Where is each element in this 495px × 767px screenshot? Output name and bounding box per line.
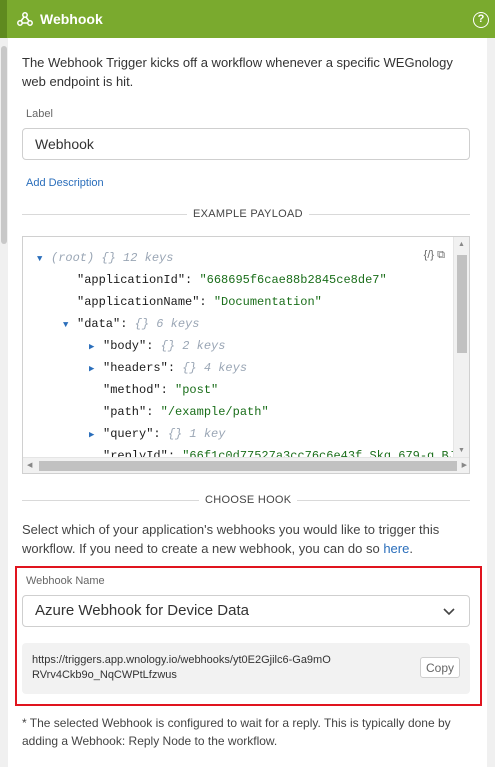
payload-tree[interactable]: ▼ (root) {} 12 keys "applicationId": "6686… bbox=[23, 237, 454, 458]
webhook-select[interactable]: Azure Webhook for Device Data bbox=[22, 595, 470, 627]
payload-key: "path" bbox=[103, 405, 147, 419]
webhook-icon bbox=[17, 12, 33, 26]
payload-value: "668695f6cae88b2845ce8de7" bbox=[199, 273, 387, 287]
choose-hook-help-text: Select which of your application's webho… bbox=[22, 522, 440, 556]
example-payload-viewer[interactable]: ▼ (root) {} 12 keys "applicationId": "6686… bbox=[22, 236, 470, 474]
webhook-url-box: https://triggers.app.wnology.io/webhooks… bbox=[22, 643, 470, 694]
webhook-url: https://triggers.app.wnology.io/webhooks… bbox=[32, 654, 331, 681]
webhook-name-caption: Webhook Name bbox=[26, 575, 105, 587]
choose-hook-help-end: . bbox=[409, 541, 413, 556]
payload-key: "body" bbox=[103, 339, 147, 353]
scroll-down-arrow-icon[interactable]: ▼ bbox=[458, 447, 465, 454]
payload-value: "/example/path" bbox=[160, 405, 269, 419]
payload-value: "post" bbox=[175, 383, 219, 397]
copy-payload-icon[interactable]: ⧉ bbox=[437, 249, 445, 261]
example-payload-heading: EXAMPLE PAYLOAD bbox=[187, 208, 309, 220]
payload-key: "headers" bbox=[103, 361, 168, 375]
choose-hook-heading: CHOOSE HOOK bbox=[199, 494, 298, 506]
payload-line[interactable]: ▶ "headers": {} 4 keys bbox=[89, 359, 247, 377]
payload-line[interactable]: ▼ "data": {} 6 keys bbox=[63, 315, 199, 333]
right-scrollbar[interactable] bbox=[487, 38, 495, 767]
label-caption: Label bbox=[26, 108, 53, 120]
payload-horizontal-scrollbar[interactable]: ◀ ▶ bbox=[23, 457, 469, 473]
trigger-description: The Webhook Trigger kicks off a workflow… bbox=[22, 55, 453, 89]
code-view-icon[interactable]: {/} bbox=[424, 249, 434, 261]
payload-line: "method": "post" bbox=[103, 383, 219, 397]
add-description-link[interactable]: Add Description bbox=[26, 177, 104, 189]
left-scrollbar[interactable] bbox=[0, 38, 8, 767]
scroll-left-arrow-icon[interactable]: ◀ bbox=[27, 461, 32, 469]
payload-key: (root) bbox=[51, 251, 95, 265]
payload-tools: {/} ⧉ bbox=[424, 249, 445, 262]
create-webhook-link[interactable]: here bbox=[383, 541, 409, 556]
payload-key: "method" bbox=[103, 383, 161, 397]
payload-vertical-scrollbar[interactable]: ▲ ▼ bbox=[453, 237, 469, 458]
payload-meta: {} 6 keys bbox=[134, 317, 200, 331]
caret-right-icon[interactable]: ▶ bbox=[89, 360, 103, 378]
scroll-up-arrow-icon[interactable]: ▲ bbox=[458, 241, 465, 248]
copy-url-button[interactable]: Copy bbox=[420, 657, 460, 678]
payload-meta: {} 4 keys bbox=[182, 361, 248, 375]
payload-meta: {} 1 key bbox=[167, 427, 226, 441]
left-scrollbar-thumb[interactable] bbox=[1, 46, 7, 244]
payload-line: "applicationName": "Documentation" bbox=[77, 295, 322, 309]
payload-line: "path": "/example/path" bbox=[103, 405, 269, 419]
payload-key: "data" bbox=[77, 317, 121, 331]
caret-right-icon[interactable]: ▶ bbox=[89, 338, 103, 356]
reply-footnote: * The selected Webhook is configured to … bbox=[22, 716, 451, 748]
payload-hscroll-thumb[interactable] bbox=[39, 461, 457, 471]
payload-line[interactable]: ▶ "query": {} 1 key bbox=[89, 425, 225, 443]
webhook-select-value: Azure Webhook for Device Data bbox=[35, 602, 249, 619]
panel-header: Webhook ? bbox=[0, 0, 495, 38]
choose-hook-help: Select which of your application's webho… bbox=[22, 520, 467, 558]
payload-meta: {} 12 keys bbox=[101, 251, 174, 265]
payload-vscroll-thumb[interactable] bbox=[457, 255, 467, 353]
caret-right-icon[interactable]: ▶ bbox=[89, 426, 103, 444]
payload-key: "query" bbox=[103, 427, 154, 441]
chevron-down-icon bbox=[443, 608, 455, 616]
payload-line[interactable]: ▶ "body": {} 2 keys bbox=[89, 337, 225, 355]
payload-value: "Documentation" bbox=[213, 295, 322, 309]
payload-key: "applicationName" bbox=[77, 295, 200, 309]
payload-meta: {} 2 keys bbox=[160, 339, 226, 353]
payload-line: "applicationId": "668695f6cae88b2845ce8d… bbox=[77, 273, 387, 287]
payload-line[interactable]: ▼ (root) {} 12 keys bbox=[37, 249, 173, 267]
help-icon[interactable]: ? bbox=[473, 12, 489, 28]
scroll-right-arrow-icon[interactable]: ▶ bbox=[462, 461, 467, 469]
panel-title: Webhook bbox=[40, 11, 103, 27]
label-input[interactable] bbox=[22, 128, 470, 160]
payload-key: "applicationId" bbox=[77, 273, 186, 287]
caret-down-icon[interactable]: ▼ bbox=[63, 316, 77, 334]
caret-down-icon[interactable]: ▼ bbox=[37, 250, 51, 268]
header-strip bbox=[0, 0, 7, 38]
